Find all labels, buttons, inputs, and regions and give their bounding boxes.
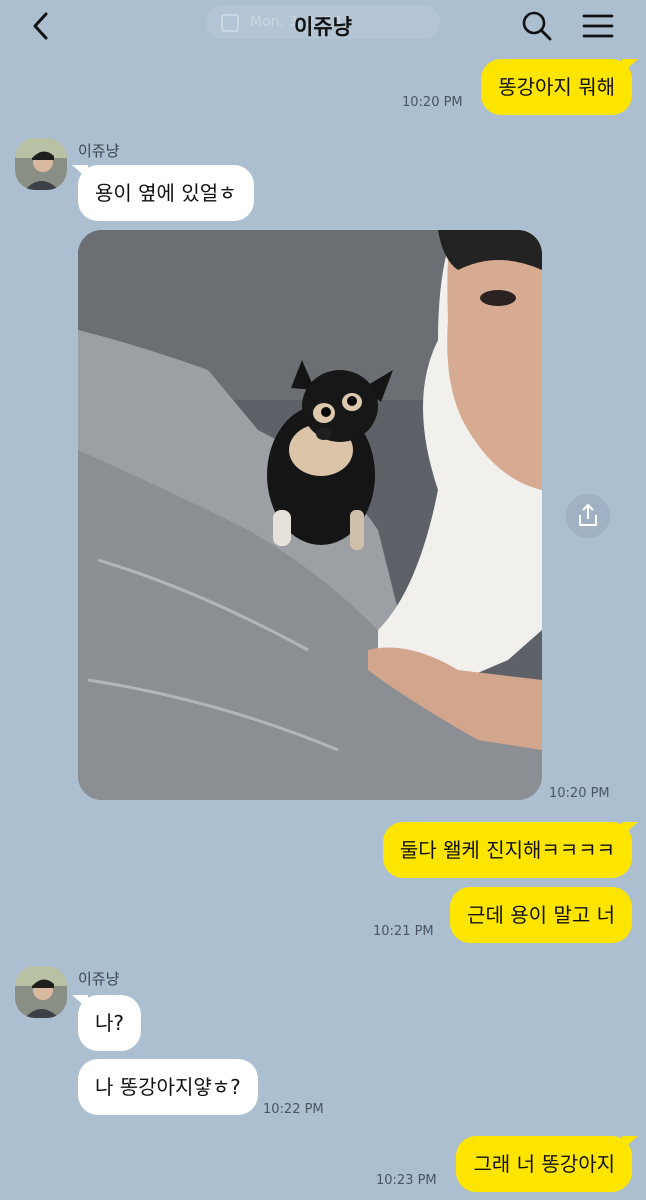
- sender-name: 이쥬냥: [78, 142, 120, 160]
- avatar-image: [15, 138, 67, 190]
- message-time: 10:22 PM: [263, 1102, 324, 1117]
- my-message-bubble[interactable]: 똥강아지 뭐해: [481, 59, 638, 115]
- message-time: 10:20 PM: [549, 786, 610, 801]
- my-message-bubble[interactable]: 둘다 왤케 진지해ㅋㅋㅋㅋ: [382, 822, 639, 878]
- other-message-bubble[interactable]: 나 똥강아지얗ㅎ?: [78, 1059, 258, 1115]
- avatar[interactable]: [15, 966, 67, 1018]
- message-time: 10:21 PM: [373, 924, 434, 939]
- menu-button[interactable]: [578, 7, 618, 45]
- avatar-image: [15, 966, 67, 1018]
- photo-message[interactable]: [78, 230, 542, 800]
- search-icon: [522, 11, 552, 41]
- other-message-bubble[interactable]: 용이 옆에 있얼ㅎ: [72, 165, 254, 221]
- message-time: 10:20 PM: [402, 95, 463, 110]
- my-message-bubble[interactable]: 근데 용이 말고 너: [450, 887, 632, 943]
- sender-name: 이쥬냥: [78, 970, 120, 988]
- hamburger-menu-icon: [582, 14, 614, 38]
- share-icon: [579, 504, 597, 526]
- avatar[interactable]: [15, 138, 67, 190]
- chihuahua-photo: [78, 230, 542, 800]
- search-button[interactable]: [518, 7, 556, 45]
- message-time: 10:23 PM: [376, 1173, 437, 1188]
- my-message-bubble[interactable]: 그래 너 똥강아지: [456, 1136, 638, 1192]
- share-button[interactable]: [566, 494, 610, 538]
- chat-header: Mon, 3, 2024 이쥬냥: [0, 0, 646, 52]
- other-message-bubble[interactable]: 나?: [71, 995, 142, 1051]
